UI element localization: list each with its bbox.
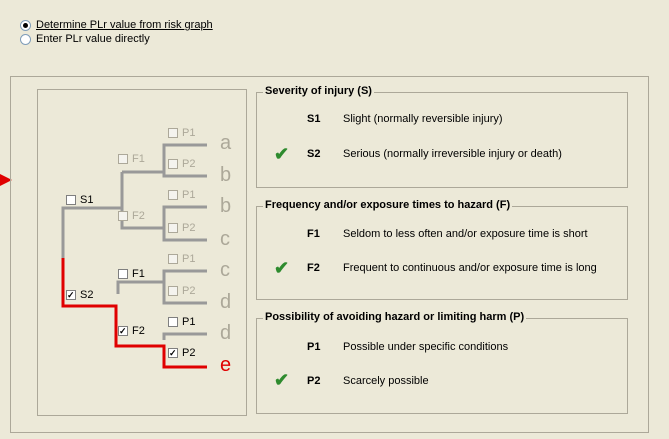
option-code-p2[interactable]: P2 [307, 375, 320, 387]
checkbox-label-s2: S2 [80, 289, 94, 301]
checkbox-p1-4[interactable]: P1 [168, 316, 195, 328]
checkbox-p2-2[interactable]: P2 [168, 222, 195, 234]
checkbox-label-p1-2: P1 [182, 189, 196, 201]
checkbox-s2[interactable]: S2 [66, 289, 93, 301]
checkbox-f1-bottom[interactable]: F1 [118, 268, 145, 280]
checkbox-p2-3[interactable]: P2 [168, 285, 195, 297]
checkbox-label-s1: S1 [80, 194, 94, 206]
option-code-f1[interactable]: F1 [307, 228, 320, 240]
possibility-group: Possibility of avoiding hazard or limiti… [256, 311, 628, 414]
checkbox-box[interactable] [168, 317, 178, 327]
severity-group: Severity of injury (S) S1 Slight (normal… [256, 85, 628, 188]
checkbox-p1-1[interactable]: P1 [168, 127, 195, 139]
option-text-s1[interactable]: Slight (normally reversible injury) [343, 113, 503, 125]
checkbox-box[interactable] [118, 211, 128, 221]
leaf-label: c [220, 259, 230, 281]
frequency-group: Frequency and/or exposure times to hazar… [256, 199, 628, 300]
check-mark-icon: ✔ [274, 258, 290, 278]
leaf-label: d [220, 291, 232, 313]
severity-title: Severity of injury (S) [263, 85, 374, 97]
checkbox-box[interactable] [168, 254, 178, 264]
leaf-label: b [220, 164, 232, 186]
check-mark-icon: ✔ [274, 370, 290, 390]
checkbox-box[interactable] [168, 190, 178, 200]
line-s1-f1-p2 [162, 172, 207, 178]
checkbox-box[interactable] [118, 269, 128, 279]
checkbox-box[interactable] [118, 154, 128, 164]
leaf-label: c [220, 228, 230, 250]
check-mark-icon: ✔ [274, 144, 290, 164]
checkbox-label-p2-2: P2 [182, 222, 196, 234]
checkbox-box[interactable] [66, 290, 76, 300]
checkbox-f2-top[interactable]: F2 [118, 210, 145, 222]
checkbox-s1[interactable]: S1 [66, 194, 93, 206]
option-code-f2[interactable]: F2 [307, 262, 320, 274]
checkbox-label-p1-3: P1 [182, 253, 196, 265]
option-text-p1[interactable]: Possible under specific conditions [343, 341, 508, 353]
line-root-s1 [61, 172, 124, 258]
leaf-label: b [220, 195, 232, 217]
option-text-p2[interactable]: Scarcely possible [343, 375, 429, 387]
possibility-title: Possibility of avoiding hazard or limiti… [263, 311, 527, 323]
checkbox-label-p2-1: P2 [182, 158, 196, 170]
option-text-s2[interactable]: Serious (normally irreversible injury or… [343, 148, 562, 160]
checkbox-label-f1-bottom: F1 [132, 268, 145, 280]
checkbox-box[interactable] [168, 128, 178, 138]
option-code-s1[interactable]: S1 [307, 113, 320, 125]
checkbox-p2-1[interactable]: P2 [168, 158, 195, 170]
line-f2-p1 [162, 332, 207, 340]
checkbox-label-p1-1: P1 [182, 127, 196, 139]
checkbox-label-p1-4: P1 [182, 316, 196, 328]
checkbox-box[interactable] [168, 348, 178, 358]
checkbox-p1-2[interactable]: P1 [168, 189, 195, 201]
checkbox-f2-bottom[interactable]: F2 [118, 325, 145, 337]
checkbox-box[interactable] [168, 159, 178, 169]
checkbox-box[interactable] [168, 223, 178, 233]
checkbox-box[interactable] [66, 195, 76, 205]
option-text-f2[interactable]: Frequent to continuous and/or exposure t… [343, 262, 597, 274]
option-text-f1[interactable]: Seldom to less often and/or exposure tim… [343, 228, 588, 240]
option-code-s2[interactable]: S2 [307, 148, 320, 160]
checkbox-f1-top[interactable]: F1 [118, 153, 145, 165]
checkbox-label-f2-bottom: F2 [132, 325, 145, 337]
checkbox-label-p2-3: P2 [182, 285, 196, 297]
leaf-label-selected: e [220, 354, 232, 376]
option-code-p1[interactable]: P1 [307, 341, 320, 353]
leaf-label: d [220, 322, 232, 344]
checkbox-p2-4[interactable]: P2 [168, 347, 195, 359]
checkbox-label-p2-4: P2 [182, 347, 196, 359]
frequency-title: Frequency and/or exposure times to hazar… [263, 199, 513, 211]
checkbox-p1-3[interactable]: P1 [168, 253, 195, 265]
checkbox-box[interactable] [168, 286, 178, 296]
checkbox-label-f2-top: F2 [132, 210, 145, 222]
checkbox-label-f1-top: F1 [132, 153, 145, 165]
checkbox-box[interactable] [118, 326, 128, 336]
leaf-label: a [220, 132, 232, 154]
